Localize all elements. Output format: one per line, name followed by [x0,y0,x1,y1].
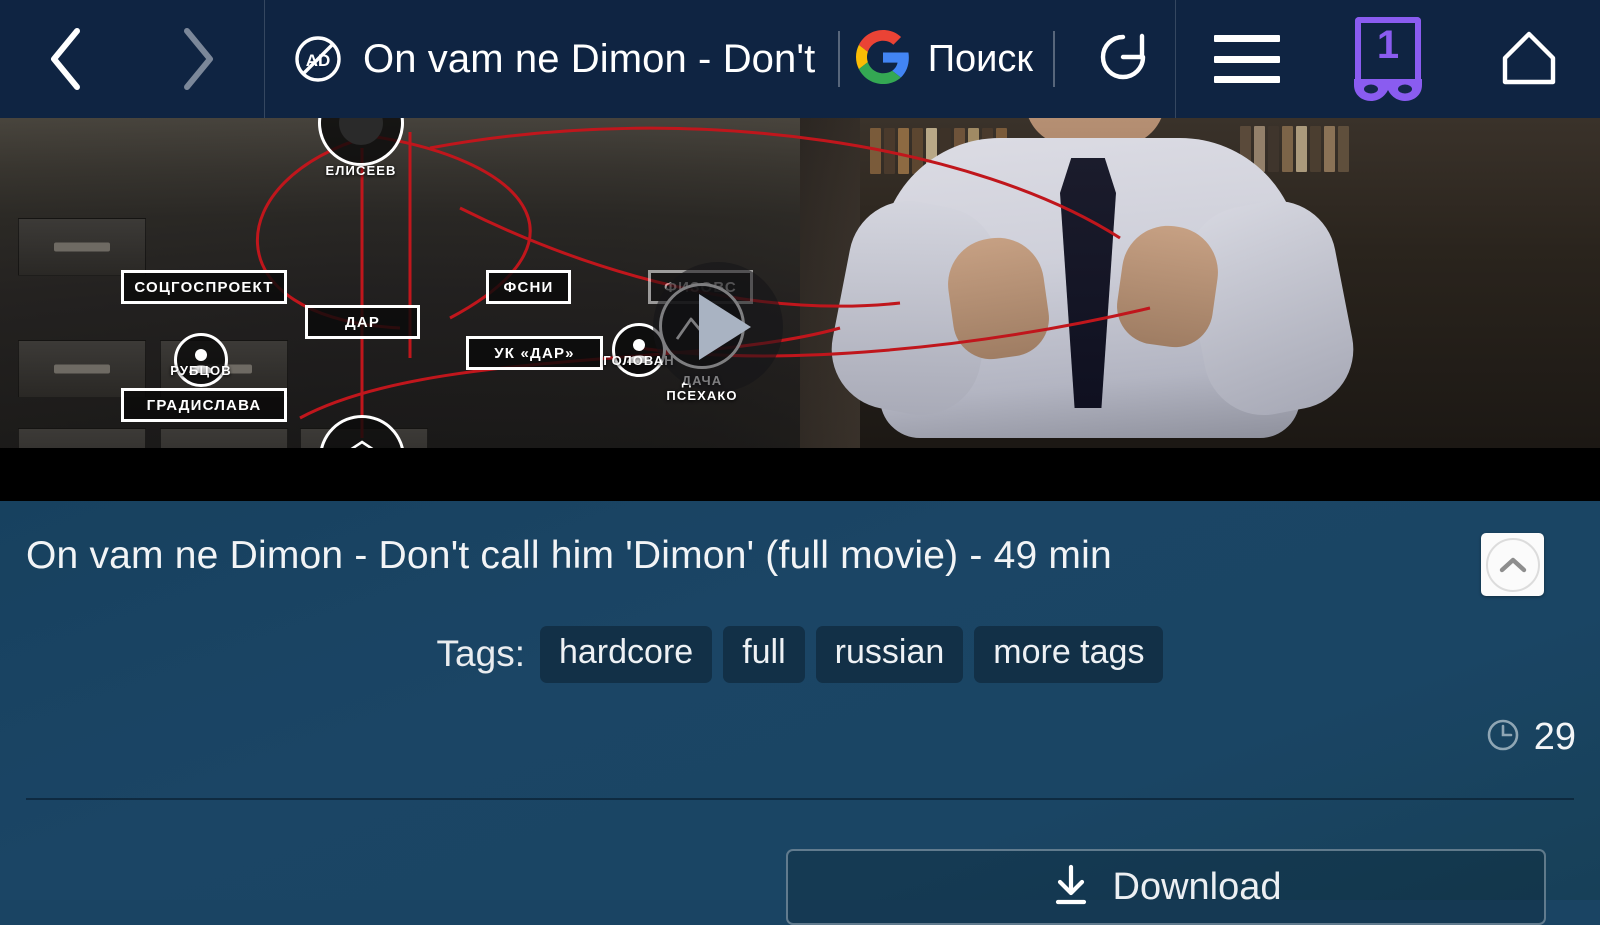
incognito-mask-icon [1353,79,1422,101]
download-button[interactable]: Download [786,849,1546,925]
tags-row: Tags: hardcore full russian more tags [0,626,1600,683]
video-player[interactable]: СОЦГОСПРОЕКТ ФСНИ ФИЗОВС ДАР УК «ДАР» ГР… [0,118,1600,501]
menu-button[interactable] [1187,0,1307,118]
clock-icon [1486,718,1520,757]
play-button[interactable] [653,262,783,392]
thumbnail-decor [18,428,146,448]
thumbnail-decor [160,428,288,448]
download-icon [1051,863,1091,912]
google-search-button[interactable]: Поиск [855,29,1037,89]
address-separator-2 [1053,31,1055,87]
svg-text:AD: AD [306,51,331,70]
page-title: On vam ne Dimon - Don't c [363,36,822,81]
toolbar-action-group: 1 [1176,0,1600,118]
thumbnail-decor [18,340,146,398]
home-icon [1498,26,1560,93]
thumbnail-decor [18,218,146,276]
tag-chip[interactable]: russian [815,626,964,683]
tag-chip[interactable]: hardcore [539,626,713,683]
browser-toolbar: AD On vam ne Dimon - Don't c Поиск 1 [0,0,1600,118]
download-label: Download [1112,865,1282,908]
tag-chip[interactable]: full [723,626,805,683]
video-thumbnail: СОЦГОСПРОЕКТ ФСНИ ФИЗОВС ДАР УК «ДАР» ГР… [0,118,1600,448]
content-divider [26,798,1574,800]
thumbnail-person [821,118,1364,448]
scroll-to-top-button[interactable] [1481,533,1544,596]
back-button[interactable] [20,0,112,118]
page-body: On vam ne Dimon - Don't call him 'Dimon'… [0,501,1600,925]
tag-chip[interactable]: more tags [974,626,1164,683]
chevron-left-icon [46,26,86,92]
tab-count: 1 [1376,23,1400,67]
video-letterbox [0,448,1600,501]
views-count: 29 [1533,716,1576,758]
reload-button[interactable] [1071,29,1175,90]
google-g-icon [855,29,910,89]
reload-icon [1095,29,1151,90]
home-button[interactable] [1469,0,1589,118]
video-title: On vam ne Dimon - Don't call him 'Dimon'… [26,534,1112,577]
tab-switcher-button[interactable]: 1 [1328,0,1448,118]
search-provider-label: Поиск [927,37,1033,80]
thumbnail-decor [300,428,428,448]
chevron-right-icon [178,26,218,92]
hamburger-menu-icon [1213,35,1280,83]
navigation-button-group [0,0,264,118]
forward-button[interactable] [152,0,244,118]
thumbnail-decor [160,340,288,398]
play-icon [699,294,751,360]
incognito-tab-icon: 1 [1349,17,1427,101]
address-bar[interactable]: AD On vam ne Dimon - Don't c Поиск [265,0,1175,118]
views-row: 29 [1486,716,1576,759]
address-separator-1 [837,31,840,87]
chevron-up-icon [1485,537,1540,592]
adblock-icon[interactable]: AD [287,34,349,84]
tags-label: Tags: [436,633,525,675]
